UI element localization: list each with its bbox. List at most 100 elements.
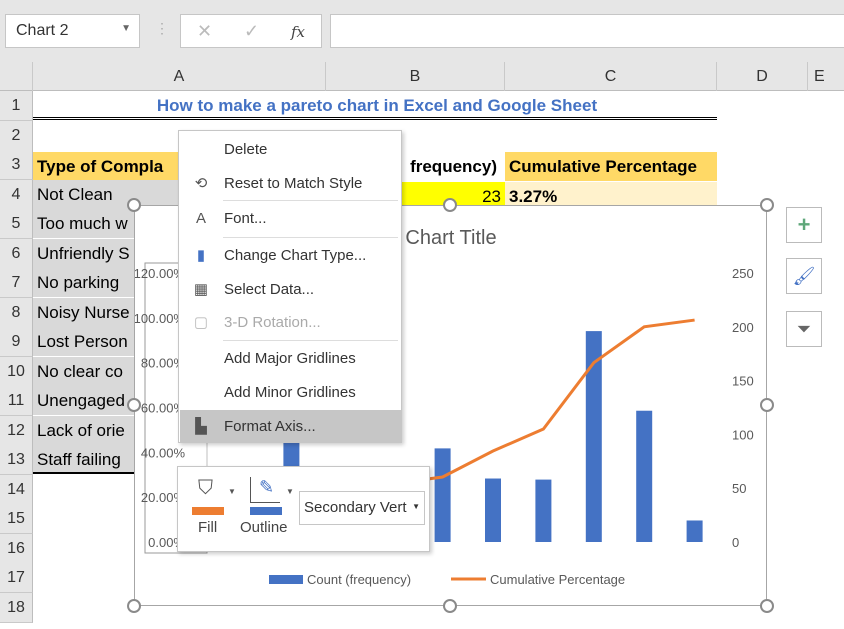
row-header[interactable]: 1 xyxy=(0,91,33,121)
fill-label: Fill xyxy=(198,519,218,536)
chart-elements-plus-icon[interactable]: + xyxy=(786,207,822,243)
row-header[interactable]: 3 xyxy=(0,150,33,180)
row-header[interactable]: 4 xyxy=(0,180,33,210)
menu-item-label: Reset to Match Style xyxy=(224,175,363,192)
menu-item-label: Delete xyxy=(224,141,268,158)
row-header[interactable]: 11 xyxy=(0,386,33,416)
name-box-value: Chart 2 xyxy=(16,22,69,39)
row-header[interactable]: 15 xyxy=(0,504,33,534)
menu-item-delete[interactable]: Delete xyxy=(180,133,401,166)
row-header[interactable]: 6 xyxy=(0,239,33,269)
column-header-c[interactable]: C xyxy=(505,62,717,91)
column-header-b[interactable]: B xyxy=(326,62,505,91)
reset-style-icon: ⟲ xyxy=(194,175,208,192)
outline-button[interactable]: ✎ ▼ xyxy=(250,475,294,515)
menu-separator xyxy=(223,200,398,201)
menu-item-label: Select Data... xyxy=(224,281,315,298)
select-all-corner[interactable] xyxy=(0,62,33,91)
resize-handle[interactable] xyxy=(443,599,457,613)
secondary-axis-tick: 200 xyxy=(732,320,754,335)
resize-handle[interactable] xyxy=(127,599,141,613)
resize-handle[interactable] xyxy=(127,398,141,412)
column-header-a[interactable]: A xyxy=(33,62,326,91)
grip-icon: ⋮ xyxy=(155,20,169,36)
secondary-axis-tick: 150 xyxy=(732,374,754,389)
outline-label: Outline xyxy=(240,519,288,536)
chart-title: Chart Title xyxy=(405,227,496,249)
menu-item-change-chart-type[interactable]: ▮ Change Chart Type... xyxy=(180,239,401,272)
menu-item-reset-to-match-style[interactable]: ⟲ Reset to Match Style xyxy=(180,167,401,200)
resize-handle[interactable] xyxy=(760,198,774,212)
resize-handle[interactable] xyxy=(127,198,141,212)
legend-count-swatch xyxy=(269,575,303,584)
count-bar xyxy=(686,520,703,542)
insert-function-icon[interactable]: fx xyxy=(291,23,305,41)
header-cumulative[interactable]: Cumulative Percentage xyxy=(505,152,717,181)
row-header[interactable]: 18 xyxy=(0,593,33,623)
chevron-down-icon[interactable]: ▼ xyxy=(121,23,131,34)
menu-separator xyxy=(223,237,398,238)
menu-item-label: Change Chart Type... xyxy=(224,247,367,264)
count-bar xyxy=(535,479,552,542)
menu-item-add-minor-gridlines[interactable]: Add Minor Gridlines xyxy=(180,376,401,409)
formula-input[interactable] xyxy=(330,14,844,48)
paint-bucket-icon: ⛉ xyxy=(198,477,213,499)
row-header[interactable]: 10 xyxy=(0,357,33,387)
menu-item-label: Font... xyxy=(224,210,267,227)
font-icon: A xyxy=(195,210,206,227)
count-bar xyxy=(434,448,451,542)
column-header-e[interactable]: E xyxy=(808,62,844,91)
secondary-axis-tick: 250 xyxy=(732,266,754,281)
name-box[interactable]: Chart 2 ▼ xyxy=(5,14,140,48)
cancel-icon[interactable]: ✕ xyxy=(197,21,212,42)
row-header[interactable]: 8 xyxy=(0,298,33,328)
menu-item-add-major-gridlines[interactable]: Add Major Gridlines xyxy=(180,342,401,375)
menu-item-font[interactable]: A Font... xyxy=(180,202,401,235)
menu-item-select-data[interactable]: ▦ Select Data... xyxy=(180,273,401,306)
secondary-axis-tick: 50 xyxy=(732,481,746,496)
row-header[interactable]: 2 xyxy=(0,121,33,151)
row-header[interactable]: 7 xyxy=(0,268,33,298)
row-header[interactable]: 14 xyxy=(0,475,33,505)
chart-type-icon: ▮ xyxy=(196,247,206,264)
resize-handle[interactable] xyxy=(760,398,774,412)
chart-styles-brush-icon[interactable]: 🖌 xyxy=(786,258,822,294)
resize-handle[interactable] xyxy=(760,599,774,613)
menu-item-label: Add Major Gridlines xyxy=(224,350,356,367)
row-header[interactable]: 12 xyxy=(0,416,33,446)
outline-color-swatch xyxy=(250,507,282,515)
pencil-icon: ✎ xyxy=(250,477,280,503)
chart-element-selector[interactable]: Secondary Vert ▼ xyxy=(299,491,425,525)
context-menu: Delete ⟲ Reset to Match Style A Font... ▮ Chan… xyxy=(178,130,402,443)
legend-cumulative-label: Cumulative Percentage xyxy=(490,572,625,587)
column-headers: A B C D E xyxy=(0,62,844,91)
count-bar xyxy=(485,478,501,542)
row-header[interactable]: 17 xyxy=(0,563,33,593)
chevron-down-icon[interactable]: ▼ xyxy=(412,502,420,511)
menu-item-format-axis[interactable]: ▙ Format Axis... xyxy=(180,410,401,443)
chart-filter-icon[interactable]: ⏷ xyxy=(786,311,822,347)
fill-button[interactable]: ⛉ ▼ xyxy=(192,475,236,515)
resize-handle[interactable] xyxy=(443,198,457,212)
secondary-axis-tick: 100 xyxy=(732,427,754,442)
row-header[interactable]: 9 xyxy=(0,327,33,357)
formula-buttons: ✕ ✓ fx xyxy=(180,14,322,48)
row-header[interactable]: 16 xyxy=(0,534,33,564)
format-axis-icon: ▙ xyxy=(195,418,207,435)
count-bar xyxy=(636,410,653,542)
menu-item-label: Format Axis... xyxy=(224,418,316,435)
menu-item-3-d-rotation: ▢ 3-D Rotation... xyxy=(180,306,401,339)
selector-value: Secondary Vert xyxy=(304,499,407,516)
3d-rotation-icon: ▢ xyxy=(193,314,209,331)
chevron-down-icon[interactable]: ▼ xyxy=(228,487,236,496)
row-header[interactable]: 5 xyxy=(0,209,33,239)
chevron-down-icon[interactable]: ▼ xyxy=(286,487,294,496)
sheet-title[interactable]: How to make a pareto chart in Excel and … xyxy=(33,92,717,120)
menu-separator xyxy=(223,340,398,341)
enter-icon[interactable]: ✓ xyxy=(244,21,259,42)
fill-color-swatch xyxy=(192,507,224,515)
mini-toolbar: ⛉ ▼ Fill ✎ ▼ Outline Secondary Vert ▼ xyxy=(177,466,430,552)
select-data-icon: ▦ xyxy=(193,281,209,298)
row-header[interactable]: 13 xyxy=(0,445,33,475)
column-header-d[interactable]: D xyxy=(717,62,808,91)
